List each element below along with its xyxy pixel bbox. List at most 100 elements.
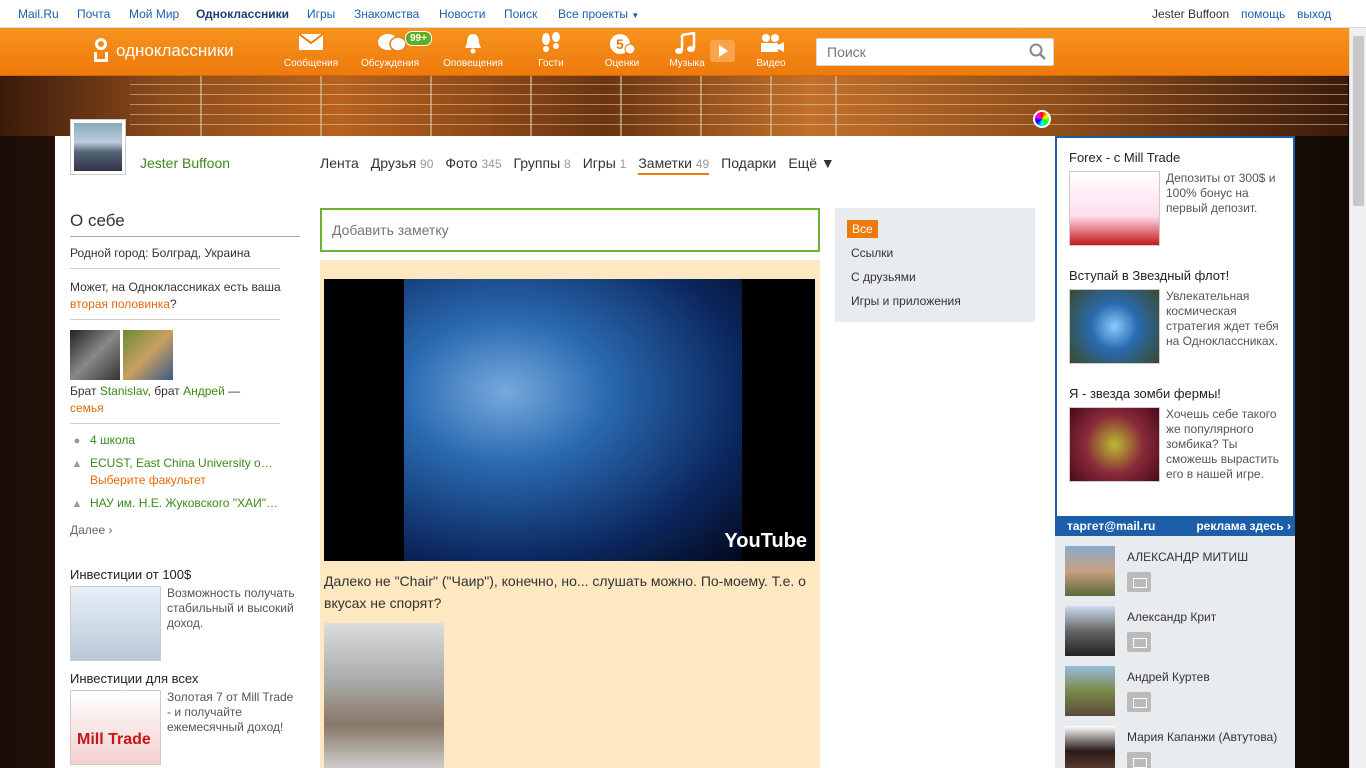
friend-item[interactable]: Александр Крит [1065, 606, 1290, 662]
friend-item[interactable]: Мария Капанжи (Автутова) [1065, 726, 1290, 768]
ad-image-forex[interactable] [1069, 171, 1160, 246]
link-dating[interactable]: Знакомства [354, 7, 419, 21]
theme-color-picker-icon[interactable] [1033, 110, 1051, 128]
friend-avatar[interactable] [1065, 726, 1115, 768]
friend-name[interactable]: АЛЕКСАНДР МИТИШ [1127, 550, 1248, 564]
friend-item[interactable]: Андрей Куртев [1065, 666, 1290, 722]
tab-feed[interactable]: Лента [320, 155, 359, 175]
tab-games[interactable]: Игры 1 [583, 155, 627, 175]
choose-faculty-link[interactable]: Выберите факультет [90, 473, 206, 487]
link-mailru[interactable]: Mail.Ru [18, 7, 59, 21]
right-ad-text: Депозиты от 300$ и 100% бонус на первый … [1166, 171, 1276, 215]
filter-all[interactable]: Все [847, 220, 878, 238]
nav-guests[interactable]: Гости [516, 32, 586, 69]
video-player[interactable]: YouTube [324, 279, 815, 561]
school-item: ● 4 школа [70, 432, 300, 449]
ad-block[interactable]: Возможность получать стабильный и высоки… [70, 586, 300, 661]
relative-link-andrey[interactable]: Андрей [183, 384, 225, 398]
ad-title[interactable]: Инвестиции от 100$ [70, 567, 300, 582]
friend-name[interactable]: Андрей Куртев [1127, 670, 1210, 684]
send-message-icon[interactable] [1127, 752, 1151, 768]
relative-photo-andrey[interactable] [123, 330, 173, 380]
right-ad[interactable]: Forex - c Mill Trade Депозиты от 300$ и … [1069, 150, 1289, 246]
nav-ratings-label: Оценки [604, 58, 640, 69]
second-half-prompt: Может, на Одноклассниках есть ваша втора… [70, 279, 285, 313]
second-half-link[interactable]: вторая половинка [70, 297, 170, 311]
friend-avatar[interactable] [1065, 666, 1115, 716]
tab-more[interactable]: Ещё ▼ [788, 155, 834, 175]
link-games[interactable]: Игры [307, 7, 335, 21]
help-link[interactable]: помощь [1241, 7, 1285, 21]
tab-photos-count: 345 [481, 157, 502, 171]
video-frame [404, 279, 742, 561]
right-ad[interactable]: Я - звезда зомби фермы! Хочешь себе тако… [1069, 386, 1289, 482]
note-photo[interactable] [324, 623, 444, 768]
youtube-logo[interactable]: YouTube [724, 530, 807, 553]
tab-photos[interactable]: Фото 345 [445, 155, 501, 175]
nav-messages[interactable]: Сообщения [276, 32, 346, 69]
second-half-text: Может, на Одноклассниках есть ваша [70, 280, 281, 294]
tab-gifts[interactable]: Подарки [721, 155, 776, 175]
school-link-1[interactable]: 4 школа [90, 432, 135, 449]
current-user: Jester Buffoon [1152, 7, 1230, 21]
friend-name[interactable]: Мария Капанжи (Автутова) [1127, 730, 1277, 744]
friend-name[interactable]: Александр Крит [1127, 610, 1216, 624]
ad-image-zombie-farm[interactable] [1069, 407, 1160, 482]
relative-link-stanislav[interactable]: Stanislav [100, 384, 148, 398]
family-link[interactable]: семья [70, 401, 104, 415]
link-pochta[interactable]: Почта [77, 7, 110, 21]
right-ad[interactable]: Вступай в Звездный флот! Увлекательная к… [1069, 268, 1289, 364]
about-title: О себе [70, 211, 300, 237]
link-news[interactable]: Новости [439, 7, 485, 21]
ad-image-star-fleet[interactable] [1069, 289, 1160, 364]
filter-links[interactable]: Ссылки [851, 246, 893, 260]
nav-video[interactable]: Видео [736, 32, 806, 69]
university-link-1[interactable]: ECUST, East China University o… [90, 456, 273, 470]
friend-avatar[interactable] [1065, 546, 1115, 596]
music-play-button[interactable] [710, 40, 735, 62]
ad-block[interactable]: Mill Trade Золотая 7 от Mill Trade - и п… [70, 690, 300, 765]
add-note-input[interactable] [322, 210, 818, 250]
tab-more-label: Ещё ▼ [788, 155, 835, 171]
link-moy-mir[interactable]: Мой Мир [129, 7, 179, 21]
tab-friends[interactable]: Друзья 90 [371, 155, 434, 175]
ad-image-index-top20[interactable] [70, 586, 161, 661]
advertise-here-link[interactable]: реклама здесь › [1196, 519, 1291, 533]
chevron-down-icon: ▼ [631, 11, 640, 20]
logout-link[interactable]: выход [1297, 7, 1331, 21]
tab-notes[interactable]: Заметки 49 [638, 155, 710, 175]
university-link-2[interactable]: НАУ им. Н.Е. Жуковского "ХАИ"… [90, 495, 278, 512]
right-ad-title[interactable]: Вступай в Звездный флот! [1069, 268, 1289, 283]
play-icon [719, 45, 728, 57]
filter-games-apps[interactable]: Игры и приложения [851, 294, 961, 308]
send-message-icon[interactable] [1127, 692, 1151, 712]
profile-name[interactable]: Jester Buffoon [140, 155, 230, 171]
link-all-projects[interactable]: Все проекты ▼ [558, 7, 639, 21]
about-column: О себе Родной город: Болград, Украина Мо… [70, 211, 300, 765]
search-input[interactable] [817, 39, 1017, 65]
right-ad-title[interactable]: Я - звезда зомби фермы! [1069, 386, 1289, 401]
site-logo[interactable]: одноклассники [92, 36, 234, 66]
relative-photo-stanislav[interactable] [70, 330, 120, 380]
tab-photos-label: Фото [445, 155, 478, 171]
right-ad-text: Хочешь себе такого же популярного зомбик… [1166, 407, 1279, 481]
search-icon[interactable] [1029, 43, 1047, 61]
target-mail-link[interactable]: таргет@mail.ru [1067, 519, 1155, 533]
send-message-icon[interactable] [1127, 632, 1151, 652]
send-message-icon[interactable] [1127, 572, 1151, 592]
more-link[interactable]: Далее › [70, 522, 300, 539]
ad-image-mill-trade[interactable]: Mill Trade [70, 690, 161, 765]
nav-notifications[interactable]: Оповещения [438, 32, 508, 69]
profile-avatar[interactable] [70, 119, 126, 175]
right-ad-title[interactable]: Forex - c Mill Trade [1069, 150, 1289, 165]
tab-groups[interactable]: Группы 8 [514, 155, 571, 175]
friend-avatar[interactable] [1065, 606, 1115, 656]
link-search[interactable]: Поиск [504, 7, 537, 21]
filter-with-friends[interactable]: С друзьями [851, 270, 916, 284]
friend-item[interactable]: АЛЕКСАНДР МИТИШ [1065, 546, 1290, 602]
scrollbar-thumb[interactable] [1353, 36, 1364, 206]
link-odnoklassniki[interactable]: Одноклассники [196, 7, 289, 21]
ad-title[interactable]: Инвестиции для всех [70, 671, 300, 686]
page-scrollbar[interactable] [1349, 28, 1366, 768]
nav-ratings[interactable]: 5 Оценки [587, 32, 657, 69]
